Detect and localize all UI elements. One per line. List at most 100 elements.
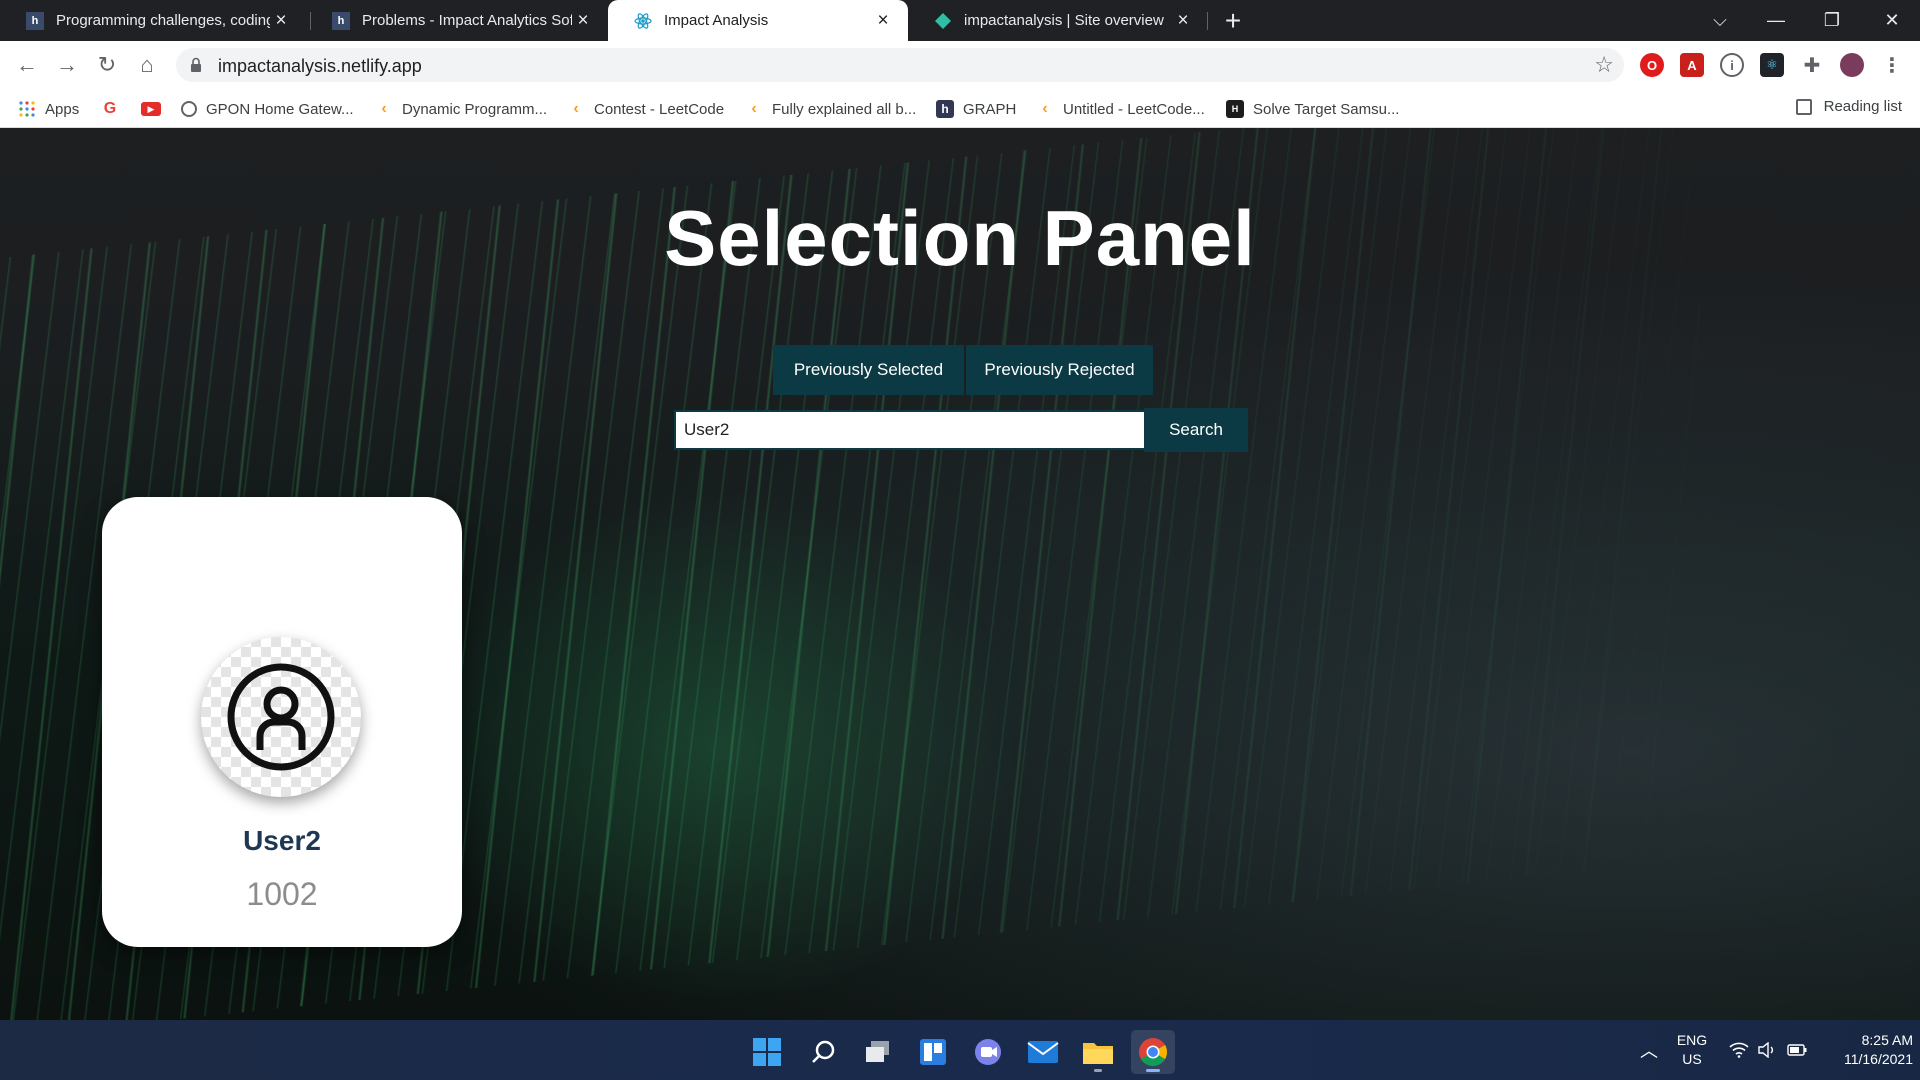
close-icon[interactable]: ×: [872, 10, 894, 32]
language-indicator[interactable]: ENG US: [1666, 1031, 1718, 1069]
teams-chat-icon[interactable]: [966, 1030, 1010, 1074]
language-label: ENG: [1676, 1032, 1708, 1048]
previously-selected-button[interactable]: Previously Selected: [773, 345, 964, 395]
bookmark-graph[interactable]: h GRAPH: [936, 98, 1016, 120]
close-icon[interactable]: ×: [270, 10, 292, 32]
search-input[interactable]: [674, 410, 1146, 450]
hackerearth-icon: h: [332, 11, 350, 30]
bookmark-label: Apps: [45, 100, 80, 118]
new-tab-button[interactable]: +: [1218, 5, 1248, 36]
leetcode-icon: ‹: [1042, 100, 1048, 117]
region-label: US: [1682, 1051, 1702, 1067]
netlify-icon: [934, 12, 952, 30]
clock-time: 8:25 AM: [1861, 1032, 1913, 1048]
bookmark-apps[interactable]: Apps: [18, 98, 79, 120]
windows-taskbar: ︿ ENG US 8:25 AM 11/16/2021: [0, 1020, 1920, 1080]
youtube-icon: ▶: [141, 102, 161, 116]
previously-rejected-button[interactable]: Previously Rejected: [966, 345, 1153, 395]
apps-grid-icon: [18, 100, 36, 118]
close-icon[interactable]: ×: [1172, 10, 1194, 32]
bookmark-star-icon[interactable]: ☆: [1594, 52, 1614, 78]
hackerearth-icon: h: [26, 11, 44, 30]
reload-icon[interactable]: ↻: [92, 50, 122, 80]
minimize-icon[interactable]: —: [1748, 0, 1804, 41]
file-explorer-icon[interactable]: [1076, 1030, 1120, 1074]
react-icon: [634, 12, 652, 30]
tab-search-icon[interactable]: ⌵: [1692, 0, 1748, 41]
bookmark-label: Solve Target Samsu...: [1253, 100, 1400, 118]
wifi-icon[interactable]: [1726, 1020, 1752, 1080]
browser-toolbar: ← → ↻ ⌂ impactanalysis.netlify.app ☆ O A…: [0, 41, 1920, 89]
tab-title: Programming challenges, coding: [56, 12, 270, 29]
opera-icon[interactable]: O: [1640, 53, 1664, 77]
bookmark-contest-leetcode[interactable]: ‹ Contest - LeetCode: [567, 98, 724, 120]
bookmark-label: GPON Home Gatew...: [206, 100, 354, 118]
volume-icon[interactable]: [1754, 1020, 1780, 1080]
tab-title: Problems - Impact Analytics Soft: [362, 12, 572, 29]
chrome-taskbar-icon[interactable]: [1131, 1030, 1175, 1074]
windows-start-icon[interactable]: [745, 1030, 789, 1074]
bookmark-fully-explained[interactable]: ‹ Fully explained all b...: [745, 98, 916, 120]
profile-avatar[interactable]: [1840, 53, 1864, 77]
reading-list-button[interactable]: Reading list: [1795, 98, 1902, 115]
url-text: impactanalysis.netlify.app: [218, 56, 422, 76]
window-close-icon[interactable]: ✕: [1864, 0, 1920, 41]
background-glow: [420, 488, 1020, 1008]
search-icon[interactable]: [801, 1030, 845, 1074]
clock[interactable]: 8:25 AM 11/16/2021: [1815, 1031, 1913, 1069]
back-icon[interactable]: ←: [12, 50, 42, 80]
bookmark-solve-target[interactable]: H Solve Target Samsu...: [1226, 98, 1399, 120]
bookmark-gpon[interactable]: GPON Home Gatew...: [181, 98, 354, 120]
lock-icon: [190, 57, 202, 73]
page-title: Selection Panel: [664, 194, 1256, 282]
widgets-icon[interactable]: [911, 1030, 955, 1074]
acrobat-icon[interactable]: A: [1680, 53, 1704, 77]
bookmark-label: GRAPH: [963, 100, 1017, 118]
hackerearth-icon: h: [936, 100, 954, 118]
bookmark-google[interactable]: G: [101, 98, 128, 120]
bookmark-label: Fully explained all b...: [772, 100, 917, 118]
active-indicator: [1146, 1069, 1160, 1072]
react-devtools-icon[interactable]: ⚛: [1760, 53, 1784, 77]
reading-list-icon: [1795, 98, 1812, 115]
bookmark-label: Dynamic Programm...: [402, 100, 548, 118]
restore-icon[interactable]: ❐: [1804, 0, 1860, 41]
tab-title: Impact Analysis: [664, 12, 769, 29]
bookmarks-bar: Apps G ▶ GPON Home Gatew... ‹ Dynamic Pr…: [0, 89, 1920, 128]
tab-separator: [1207, 12, 1208, 30]
tab-problems-impact[interactable]: h Problems - Impact Analytics Soft ×: [306, 0, 608, 41]
address-bar[interactable]: impactanalysis.netlify.app ☆: [176, 48, 1624, 82]
bookmark-dynamic-programming[interactable]: ‹ Dynamic Programm...: [375, 98, 547, 120]
tab-site-overview[interactable]: impactanalysis | Site overview ×: [908, 0, 1208, 41]
running-indicator: [1094, 1069, 1102, 1072]
search-button[interactable]: Search: [1144, 408, 1248, 452]
reading-list-label: Reading list: [1823, 98, 1902, 115]
card-user-id: 1002: [246, 876, 318, 912]
extension-circle-icon[interactable]: i: [1720, 53, 1744, 77]
bookmark-label: Untitled - LeetCode...: [1063, 100, 1205, 118]
extensions-puzzle-icon[interactable]: ✚: [1800, 53, 1824, 77]
leetcode-icon: ‹: [751, 100, 757, 117]
leetcode-icon: ‹: [381, 100, 387, 117]
menu-kebab-icon[interactable]: ⋮: [1880, 53, 1904, 77]
clock-date: 11/16/2021: [1843, 1051, 1913, 1067]
user-profile-icon: [227, 663, 335, 771]
user-card[interactable]: User2 1002: [102, 497, 462, 947]
forward-icon[interactable]: →: [52, 50, 82, 80]
close-icon[interactable]: ×: [572, 10, 594, 32]
leetcode-icon: ‹: [573, 100, 579, 117]
home-icon[interactable]: ⌂: [132, 50, 162, 80]
show-hidden-icons-chevron-icon[interactable]: ︿: [1636, 1020, 1662, 1080]
google-icon: G: [103, 100, 117, 117]
bookmark-untitled-leetcode[interactable]: ‹ Untitled - LeetCode...: [1036, 98, 1205, 120]
tab-strip: h Programming challenges, coding × h Pro…: [0, 0, 1920, 41]
battery-icon[interactable]: [1784, 1020, 1810, 1080]
mail-icon[interactable]: [1021, 1030, 1065, 1074]
page-content: Selection Panel Previously Selected Prev…: [0, 128, 1920, 1020]
tab-programming-challenges[interactable]: h Programming challenges, coding ×: [0, 0, 306, 41]
tab-impact-analysis[interactable]: Impact Analysis ×: [608, 0, 908, 41]
bookmark-youtube[interactable]: ▶: [141, 98, 170, 120]
hackerrank-icon: H: [1226, 100, 1244, 118]
task-view-icon[interactable]: [856, 1030, 900, 1074]
card-user-name: User2: [243, 825, 321, 856]
